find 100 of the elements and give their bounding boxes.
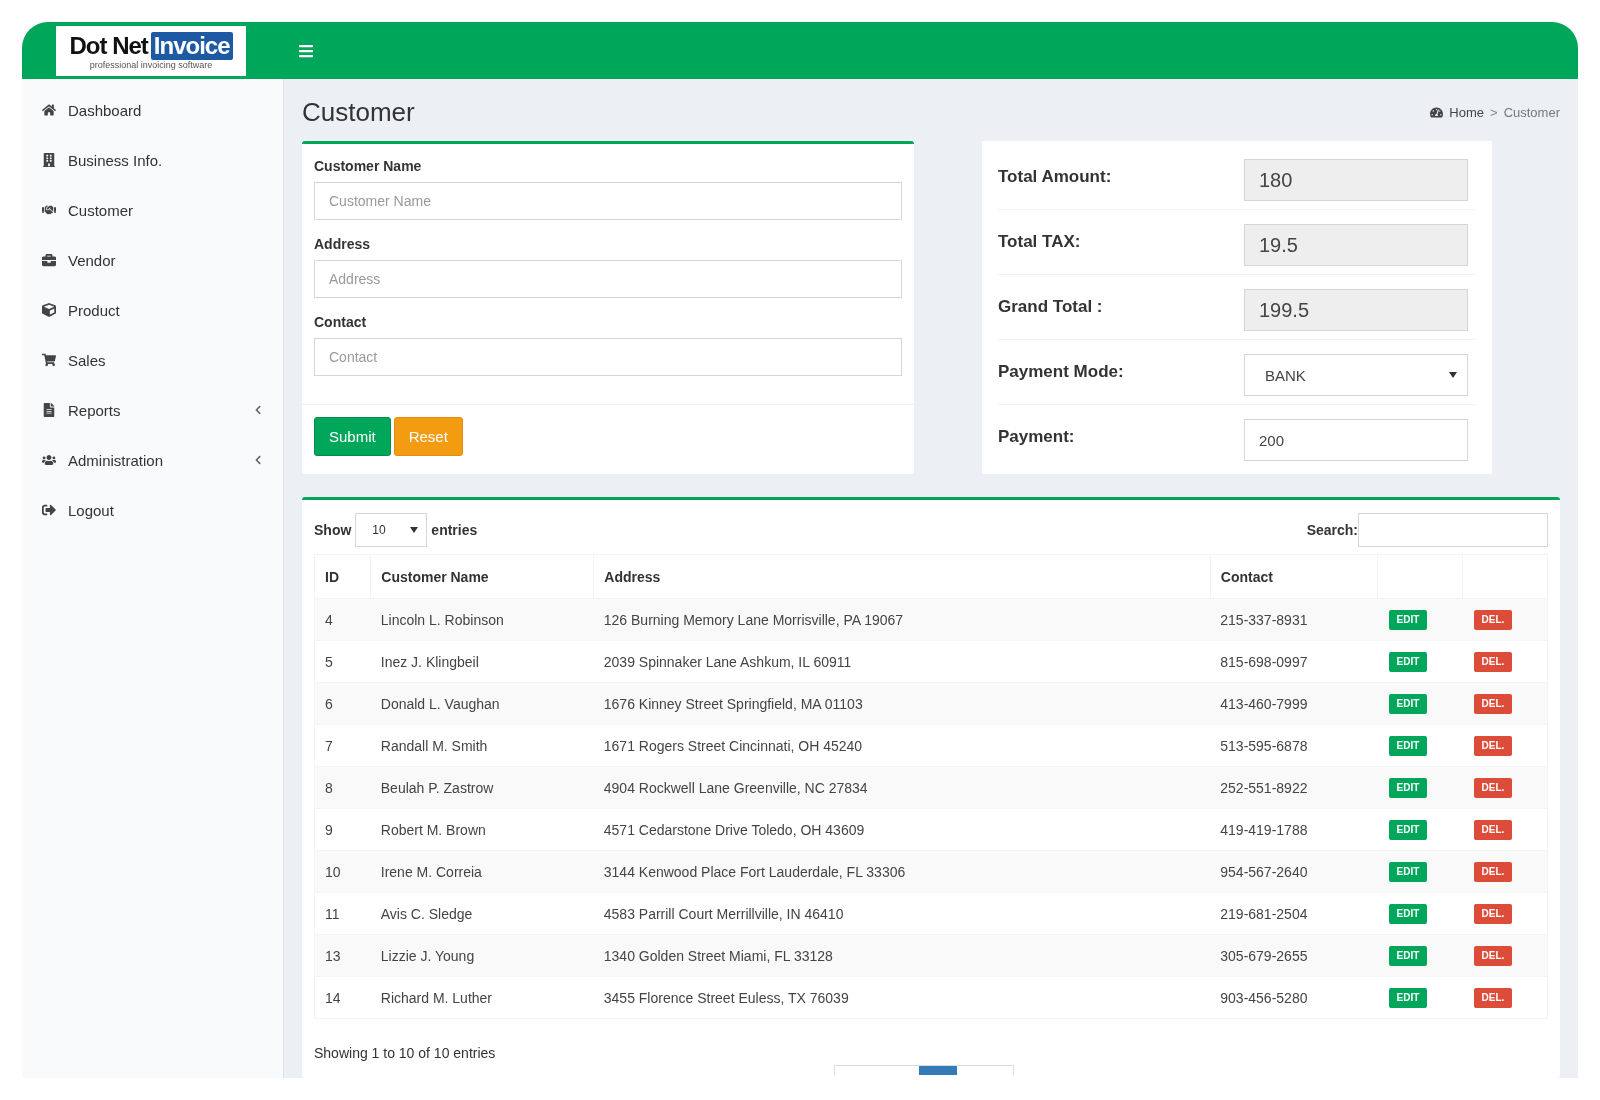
- table-cell: 305-679-2655: [1210, 934, 1378, 977]
- submit-button[interactable]: Submit: [314, 417, 391, 456]
- logo-tagline: professional invoicing software: [89, 59, 213, 70]
- pagination[interactable]: [834, 1065, 1014, 1075]
- entries-label: entries: [431, 522, 478, 538]
- sidebar-item[interactable]: Product: [22, 285, 283, 335]
- table-cell: 419-419-1788: [1210, 808, 1378, 851]
- field-label: Contact: [314, 314, 368, 330]
- sidebar-label: Business Info.: [68, 151, 164, 169]
- edit-button[interactable]: EDIT: [1388, 777, 1428, 798]
- search-field[interactable]: [1358, 513, 1548, 547]
- edit-button[interactable]: EDIT: [1388, 735, 1428, 756]
- delete-button[interactable]: DEL.: [1473, 693, 1513, 714]
- total-label: Payment:: [998, 426, 1076, 447]
- sidebar-item[interactable]: Reports: [22, 385, 283, 435]
- table-cell: Lizzie J. Young: [370, 934, 594, 977]
- input-field[interactable]: 200: [1244, 419, 1468, 461]
- table-cell: 4904 Rockwell Lane Greenville, NC 27834: [593, 766, 1211, 809]
- table-cell: 7: [314, 724, 371, 767]
- sidebar-label: Vendor: [68, 251, 117, 269]
- sidebar-item[interactable]: Administration: [22, 435, 283, 485]
- edit-button[interactable]: EDIT: [1388, 651, 1428, 672]
- table-cell: 2039 Spinnaker Lane Ashkum, IL 60911: [593, 640, 1211, 683]
- table-cell: 1671 Rogers Street Cincinnati, OH 45240: [593, 724, 1211, 767]
- delete-button[interactable]: DEL.: [1473, 987, 1513, 1008]
- field-label: Customer Name: [314, 158, 423, 174]
- readonly-field: 19.5: [1244, 224, 1468, 266]
- delete-button[interactable]: DEL.: [1473, 819, 1513, 840]
- sidebar-label: Logout: [68, 501, 115, 519]
- table-cell: 815-698-0997: [1210, 640, 1378, 683]
- edit-button[interactable]: EDIT: [1388, 693, 1428, 714]
- menu-icon[interactable]: [298, 42, 314, 59]
- sidebar-label: Administration: [68, 451, 165, 469]
- sidebar-label: Reports: [68, 401, 122, 419]
- edit-button[interactable]: EDIT: [1388, 945, 1428, 966]
- delete-button[interactable]: DEL.: [1473, 651, 1513, 672]
- table-cell: 10: [314, 850, 371, 893]
- table-cell: 513-595-6878: [1210, 724, 1378, 767]
- edit-button[interactable]: EDIT: [1388, 903, 1428, 924]
- table-cell: 1340 Golden Street Miami, FL 33128: [593, 934, 1211, 977]
- briefcase-icon: [42, 253, 56, 267]
- sidebar-label: Dashboard: [68, 101, 143, 119]
- sidebar-label: Product: [68, 301, 121, 319]
- table-cell: 252-551-8922: [1210, 766, 1378, 809]
- delete-button[interactable]: DEL.: [1473, 777, 1513, 798]
- logo-highlight: Invoice: [150, 31, 233, 60]
- input-field[interactable]: Address: [314, 260, 902, 298]
- breadcrumb-link[interactable]: Home: [1449, 104, 1485, 120]
- table-cell: 11: [314, 892, 371, 935]
- page-size-select[interactable]: 10: [355, 513, 428, 547]
- readonly-field: 199.5: [1244, 289, 1468, 331]
- edit-button[interactable]: EDIT: [1388, 861, 1428, 882]
- users-icon: [42, 453, 56, 467]
- input-field[interactable]: Contact: [314, 338, 902, 376]
- delete-button[interactable]: DEL.: [1473, 609, 1513, 630]
- dashboard-icon: [1430, 105, 1444, 119]
- table-cell: 6: [314, 682, 371, 725]
- edit-button[interactable]: EDIT: [1388, 987, 1428, 1008]
- table-cell: Richard M. Luther: [370, 976, 594, 1019]
- select-value: 10: [372, 523, 386, 537]
- total-label: Total Amount:: [998, 166, 1113, 187]
- table-cell: 5: [314, 640, 371, 683]
- table-cell: 3455 Florence Street Euless, TX 76039: [593, 976, 1211, 1019]
- table-cell: Lincoln L. Robinson: [370, 598, 594, 641]
- delete-button[interactable]: DEL.: [1473, 903, 1513, 924]
- handshake-icon: [42, 203, 56, 217]
- reset-button[interactable]: Reset: [393, 417, 463, 456]
- table-cell: 413-460-7999: [1210, 682, 1378, 725]
- table-cell: Beulah P. Zastrow: [370, 766, 594, 809]
- table-cell: Randall M. Smith: [370, 724, 594, 767]
- table-cell: 3144 Kenwood Place Fort Lauderdale, FL 33306: [593, 850, 1211, 893]
- delete-button[interactable]: DEL.: [1473, 735, 1513, 756]
- breadcrumb-separator: >: [1490, 104, 1498, 120]
- sidebar-item[interactable]: Logout: [22, 485, 283, 535]
- field-label: Address: [314, 236, 372, 252]
- cube-icon: [42, 303, 56, 317]
- search-label: Search:: [1306, 522, 1358, 538]
- sidebar-item[interactable]: Vendor: [22, 235, 283, 285]
- sidebar-label: Sales: [68, 351, 107, 369]
- table-cell: 14: [314, 976, 371, 1019]
- total-label: Grand Total :: [998, 296, 1104, 317]
- edit-button[interactable]: EDIT: [1388, 609, 1428, 630]
- table-cell: Inez J. Klingbeil: [370, 640, 594, 683]
- cart-icon: [42, 353, 56, 367]
- sidebar-item[interactable]: Dashboard: [22, 85, 283, 135]
- sidebar-item[interactable]: Sales: [22, 335, 283, 385]
- table-info: Showing 1 to 10 of 10 entries: [314, 1045, 497, 1061]
- delete-button[interactable]: DEL.: [1473, 861, 1513, 882]
- select-field[interactable]: BANK: [1244, 354, 1468, 396]
- select-value: BANK: [1265, 366, 1306, 384]
- sidebar-item[interactable]: Business Info.: [22, 135, 283, 185]
- caret-icon: [410, 527, 419, 533]
- readonly-field: 180: [1244, 159, 1468, 201]
- caret-icon: [1449, 372, 1457, 378]
- sidebar-item[interactable]: Customer: [22, 185, 283, 235]
- delete-button[interactable]: DEL.: [1473, 945, 1513, 966]
- sidebar-label: Customer: [68, 201, 135, 219]
- input-field[interactable]: Customer Name: [314, 182, 902, 220]
- total-label: Total TAX:: [998, 231, 1082, 252]
- edit-button[interactable]: EDIT: [1388, 819, 1428, 840]
